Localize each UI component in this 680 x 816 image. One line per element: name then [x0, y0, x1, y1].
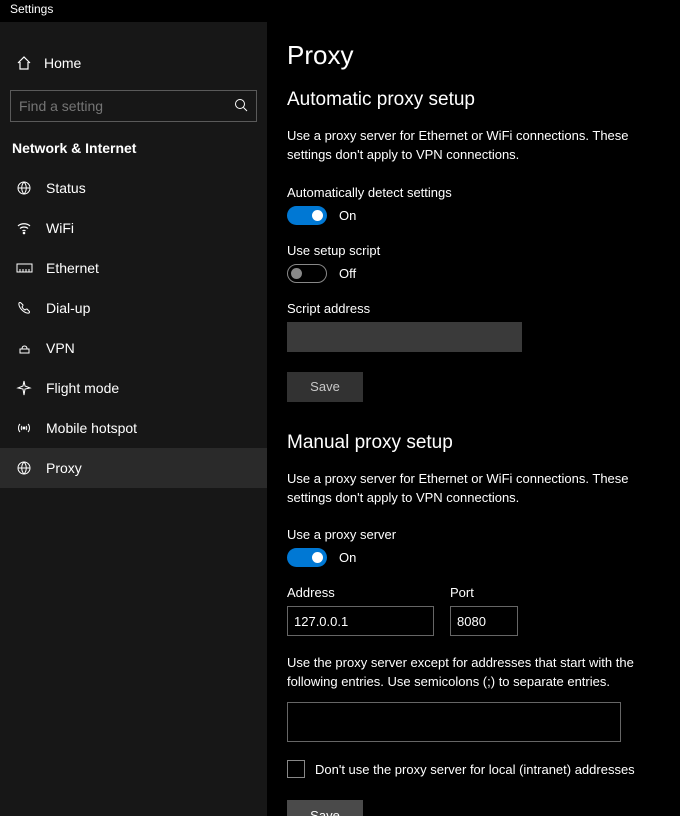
sidebar-item-label: Proxy [46, 460, 82, 476]
setup-script-label: Use setup script [287, 243, 680, 258]
home-icon [14, 55, 34, 71]
sidebar-item-label: Flight mode [46, 380, 119, 396]
wifi-icon [14, 220, 34, 236]
sidebar-item-label: Ethernet [46, 260, 99, 276]
page-title: Proxy [287, 40, 680, 71]
globe-icon [14, 180, 34, 196]
ethernet-icon [14, 261, 34, 275]
sidebar-item-flightmode[interactable]: Flight mode [0, 368, 267, 408]
sidebar-item-hotspot[interactable]: Mobile hotspot [0, 408, 267, 448]
sidebar-item-wifi[interactable]: WiFi [0, 208, 267, 248]
window-title: Settings [0, 0, 680, 22]
use-proxy-label: Use a proxy server [287, 527, 680, 542]
save-manual-button[interactable]: Save [287, 800, 363, 816]
port-label: Port [450, 585, 518, 600]
sidebar-item-dialup[interactable]: Dial-up [0, 288, 267, 328]
manual-desc: Use a proxy server for Ethernet or WiFi … [287, 470, 667, 508]
content-pane: Proxy Automatic proxy setup Use a proxy … [267, 22, 680, 816]
sidebar-section-title: Network & Internet [0, 122, 267, 168]
home-label: Home [44, 55, 81, 71]
sidebar-item-vpn[interactable]: VPN [0, 328, 267, 368]
auto-heading: Automatic proxy setup [287, 89, 680, 111]
bypass-local-checkbox[interactable] [287, 760, 305, 778]
home-button[interactable]: Home [0, 44, 267, 82]
use-proxy-toggle[interactable] [287, 548, 327, 567]
exceptions-input[interactable] [287, 702, 621, 742]
address-input[interactable] [287, 606, 434, 636]
exceptions-desc: Use the proxy server except for addresse… [287, 654, 667, 692]
phone-icon [14, 300, 34, 316]
auto-detect-toggle[interactable] [287, 206, 327, 225]
search-icon [234, 98, 248, 115]
airplane-icon [14, 380, 34, 396]
auto-desc: Use a proxy server for Ethernet or WiFi … [287, 127, 667, 165]
manual-heading: Manual proxy setup [287, 432, 680, 454]
sidebar-item-label: Dial-up [46, 300, 90, 316]
script-address-label: Script address [287, 301, 680, 316]
search-input-container[interactable] [10, 90, 257, 122]
vpn-icon [14, 341, 34, 355]
use-proxy-state: On [339, 550, 356, 565]
auto-detect-label: Automatically detect settings [287, 185, 680, 200]
auto-detect-state: On [339, 208, 356, 223]
setup-script-toggle[interactable] [287, 264, 327, 283]
sidebar-item-label: VPN [46, 340, 75, 356]
sidebar-item-proxy[interactable]: Proxy [0, 448, 267, 488]
sidebar: Home Network & Internet Status WiFi Ethe… [0, 22, 267, 816]
setup-script-state: Off [339, 266, 356, 281]
sidebar-item-label: WiFi [46, 220, 74, 236]
sidebar-item-ethernet[interactable]: Ethernet [0, 248, 267, 288]
hotspot-icon [14, 420, 34, 436]
sidebar-item-label: Mobile hotspot [46, 420, 137, 436]
script-address-input[interactable] [287, 322, 522, 352]
bypass-local-label: Don't use the proxy server for local (in… [315, 762, 635, 777]
save-auto-button[interactable]: Save [287, 372, 363, 402]
sidebar-item-label: Status [46, 180, 86, 196]
port-input[interactable] [450, 606, 518, 636]
search-input[interactable] [19, 98, 234, 114]
address-label: Address [287, 585, 434, 600]
sidebar-item-status[interactable]: Status [0, 168, 267, 208]
proxy-icon [14, 460, 34, 476]
